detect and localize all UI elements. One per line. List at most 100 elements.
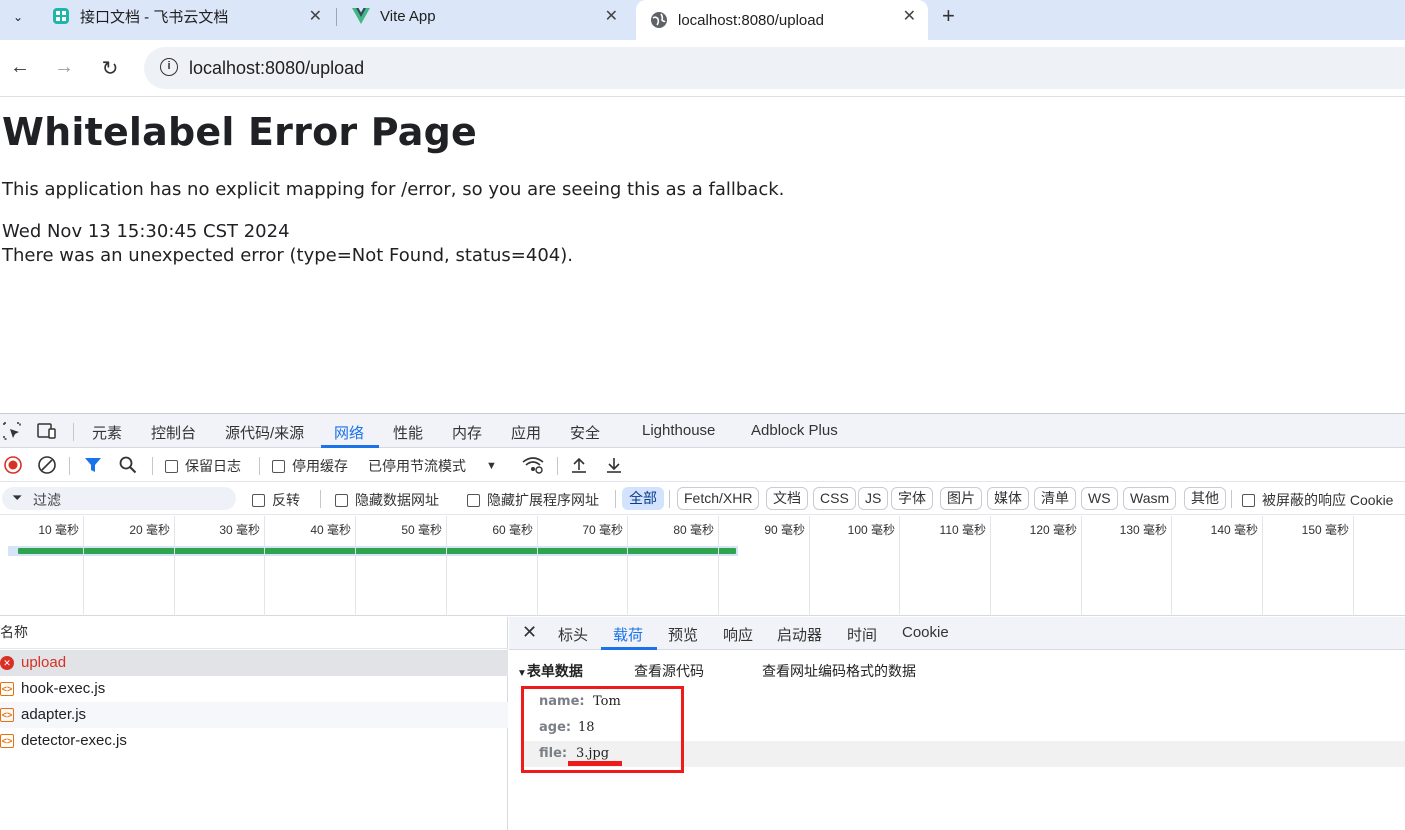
reload-icon[interactable]: ↻ — [98, 56, 122, 81]
filter-type-font[interactable]: 字体 — [891, 487, 933, 510]
timeline-tick-label: 100 毫秒 — [847, 523, 895, 537]
search-icon[interactable] — [119, 456, 137, 474]
network-overview-timeline[interactable]: 10 毫秒 20 毫秒 30 毫秒 40 毫秒 50 毫秒 60 毫秒 70 毫秒 80 毫秒… — [0, 516, 1405, 616]
divider — [615, 490, 616, 508]
view-url-encoded-button[interactable]: 查看网址编码格式的数据 — [762, 661, 916, 681]
disable-cache-checkbox[interactable]: 停用缓存 — [272, 456, 348, 476]
tab-memory[interactable]: 内存 — [452, 422, 482, 443]
tab-preview[interactable]: 预览 — [668, 624, 698, 645]
record-stop-icon[interactable] — [4, 456, 22, 474]
filter-type-js[interactable]: JS — [858, 487, 889, 510]
hide-extension-urls-label: 隐藏扩展程序网址 — [487, 492, 599, 508]
close-detail-icon[interactable]: ✕ — [522, 622, 537, 643]
divider — [152, 457, 153, 475]
error-details: There was an unexpected error (type=Not … — [2, 245, 573, 266]
tab-sources[interactable]: 源代码/来源 — [225, 422, 304, 443]
name-column-header[interactable]: 名称 — [0, 617, 508, 649]
tab-adblock-plus[interactable]: Adblock Plus — [751, 422, 838, 439]
address-bar[interactable]: i localhost:8080/upload — [144, 47, 1405, 89]
divider — [557, 457, 558, 475]
filter-type-doc[interactable]: 文档 — [766, 487, 808, 510]
view-source-button[interactable]: 查看源代码 — [634, 661, 704, 681]
import-har-icon[interactable] — [570, 456, 588, 474]
request-detail-panel: ✕ 标头 载荷 预览 响应 启动器 时间 Cookie ▼表单数据 查看源代码 … — [509, 617, 1405, 830]
timeline-gridline — [1353, 516, 1354, 616]
tab-localhost-upload[interactable]: localhost:8080/upload ✕ — [636, 0, 928, 40]
back-arrow-icon[interactable]: ← — [8, 56, 32, 79]
export-har-icon[interactable] — [605, 456, 623, 474]
globe-icon — [650, 11, 668, 29]
timeline-gridline — [1171, 516, 1172, 616]
new-tab-plus-icon[interactable]: + — [942, 3, 955, 29]
divider — [73, 423, 74, 441]
filter-type-css[interactable]: CSS — [813, 487, 856, 510]
timeline-tick-label: 140 毫秒 — [1210, 523, 1258, 537]
network-conditions-icon[interactable] — [522, 456, 544, 474]
filter-type-all[interactable]: 全部 — [622, 487, 664, 510]
disable-cache-label: 停用缓存 — [292, 458, 348, 474]
timeline-gridline — [83, 516, 84, 616]
tab-timing[interactable]: 时间 — [847, 624, 877, 645]
error-x-icon: ✕ — [0, 656, 14, 670]
close-tab-icon[interactable]: ✕ — [903, 6, 916, 26]
timeline-tick-label: 20 毫秒 — [129, 523, 170, 537]
close-tab-icon[interactable]: ✕ — [309, 6, 322, 26]
request-row-adapter[interactable]: <> adapter.js — [0, 702, 508, 728]
active-tab-indicator — [601, 647, 657, 650]
inspect-element-icon[interactable] — [3, 422, 21, 445]
tab-feishu[interactable]: 接口文档 - 飞书云文档 ✕ — [38, 0, 334, 32]
dropdown-arrow-icon: ▼ — [486, 460, 497, 472]
filter-type-manifest[interactable]: 清单 — [1034, 487, 1076, 510]
preserve-log-label: 保留日志 — [185, 458, 241, 474]
request-name: hook-exec.js — [21, 680, 106, 697]
divider — [259, 457, 260, 475]
clear-icon[interactable] — [38, 456, 56, 474]
filter-type-other[interactable]: 其他 — [1184, 487, 1226, 510]
blocked-cookies-checkbox[interactable]: 被屏蔽的响应 Cookie — [1242, 490, 1393, 510]
divider — [669, 490, 670, 508]
tab-application[interactable]: 应用 — [511, 422, 541, 443]
tab-network[interactable]: 网络 — [334, 422, 364, 443]
timeline-tick-label: 150 毫秒 — [1301, 523, 1349, 537]
tab-response[interactable]: 响应 — [723, 624, 753, 645]
request-name: adapter.js — [21, 706, 87, 723]
preserve-log-checkbox[interactable]: 保留日志 — [165, 456, 241, 476]
filter-type-fetch-xhr[interactable]: Fetch/XHR — [677, 487, 760, 510]
request-row-hook-exec[interactable]: <> hook-exec.js — [0, 676, 508, 702]
forward-arrow-icon[interactable]: → — [52, 56, 76, 79]
close-tab-icon[interactable]: ✕ — [605, 6, 618, 26]
filter-type-media[interactable]: 媒体 — [987, 487, 1029, 510]
tab-title: Vite App — [380, 7, 436, 25]
tab-lighthouse[interactable]: Lighthouse — [642, 422, 715, 439]
request-list: 名称 ✕ upload <> hook-exec.js <> adapter.j… — [0, 617, 508, 830]
tab-search-chevron-icon[interactable]: ⌄ — [6, 5, 30, 29]
hide-extension-urls-checkbox[interactable]: 隐藏扩展程序网址 — [467, 490, 599, 510]
tab-vite-app[interactable]: Vite App ✕ — [338, 0, 630, 32]
filter-input[interactable]: ⏷ 过滤 — [2, 487, 236, 510]
throttling-select[interactable]: 已停用节流模式 ▼ — [368, 456, 497, 476]
tab-performance[interactable]: 性能 — [393, 422, 423, 443]
tab-payload[interactable]: 载荷 — [613, 624, 643, 645]
tab-cookies[interactable]: Cookie — [902, 624, 949, 641]
filter-type-img[interactable]: 图片 — [940, 487, 982, 510]
request-row-upload[interactable]: ✕ upload — [0, 650, 508, 676]
filter-type-wasm[interactable]: Wasm — [1123, 487, 1177, 510]
tab-initiator[interactable]: 启动器 — [777, 624, 822, 645]
hide-data-urls-checkbox[interactable]: 隐藏数据网址 — [335, 490, 439, 510]
filter-placeholder: 过滤 — [33, 492, 61, 508]
tab-headers[interactable]: 标头 — [558, 624, 588, 645]
form-data-section-toggle[interactable]: ▼表单数据 — [517, 661, 583, 681]
script-file-icon: <> — [0, 708, 14, 722]
site-info-icon[interactable]: i — [160, 58, 178, 76]
request-row-detector-exec[interactable]: <> detector-exec.js — [0, 728, 508, 754]
device-toolbar-icon[interactable] — [37, 422, 57, 445]
detail-tab-bar: ✕ 标头 载荷 预览 响应 启动器 时间 Cookie — [509, 617, 1405, 650]
tab-security[interactable]: 安全 — [570, 422, 600, 443]
invert-checkbox[interactable]: 反转 — [252, 490, 300, 510]
request-name: upload — [21, 654, 67, 671]
tab-console[interactable]: 控制台 — [151, 422, 196, 443]
request-name: detector-exec.js — [21, 732, 127, 749]
filter-funnel-icon[interactable] — [84, 456, 102, 474]
tab-elements[interactable]: 元素 — [92, 422, 122, 443]
filter-type-ws[interactable]: WS — [1081, 487, 1118, 510]
